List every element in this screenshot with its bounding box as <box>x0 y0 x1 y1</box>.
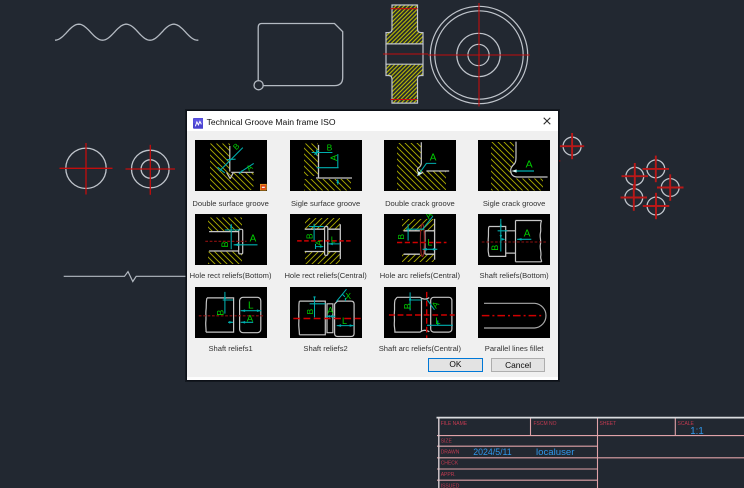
svg-text:A: A <box>313 239 323 245</box>
svg-text:X: X <box>345 291 351 301</box>
svg-text:B: B <box>304 308 314 314</box>
svg-text:1:1: 1:1 <box>690 426 703 437</box>
svg-text:B: B <box>490 245 500 251</box>
svg-text:A: A <box>246 313 253 324</box>
svg-text:L: L <box>248 300 254 311</box>
svg-text:localuser: localuser <box>536 447 575 458</box>
svg-text:SHEET: SHEET <box>600 421 617 427</box>
svg-text:FSCM NO: FSCM NO <box>534 421 557 427</box>
svg-text:A: A <box>329 154 340 161</box>
svg-text:A: A <box>249 233 256 244</box>
svg-text:A: A <box>430 153 437 164</box>
svg-text:A: A <box>327 305 333 315</box>
svg-text:A: A <box>429 299 441 310</box>
svg-text:SIZE: SIZE <box>441 439 453 445</box>
svg-text:L: L <box>435 316 440 327</box>
svg-text:B: B <box>402 303 412 309</box>
svg-text:FILE NAME: FILE NAME <box>441 421 468 427</box>
svg-text:DRAWN: DRAWN <box>441 449 460 455</box>
svg-text:ISSUED: ISSUED <box>441 483 460 488</box>
svg-text:CHECK: CHECK <box>441 461 459 467</box>
svg-text:A: A <box>526 160 533 171</box>
svg-text:2024/5/11: 2024/5/11 <box>473 447 512 457</box>
svg-text:B: B <box>215 310 225 316</box>
svg-text:L: L <box>330 234 335 244</box>
svg-text:B: B <box>304 233 314 239</box>
svg-text:APPR.: APPR. <box>441 472 456 478</box>
svg-text:B: B <box>326 143 332 153</box>
svg-text:B: B <box>219 241 229 247</box>
svg-text:A: A <box>524 228 531 239</box>
svg-text:L: L <box>342 316 347 326</box>
svg-text:B: B <box>396 233 406 239</box>
svg-text:L: L <box>427 237 432 247</box>
